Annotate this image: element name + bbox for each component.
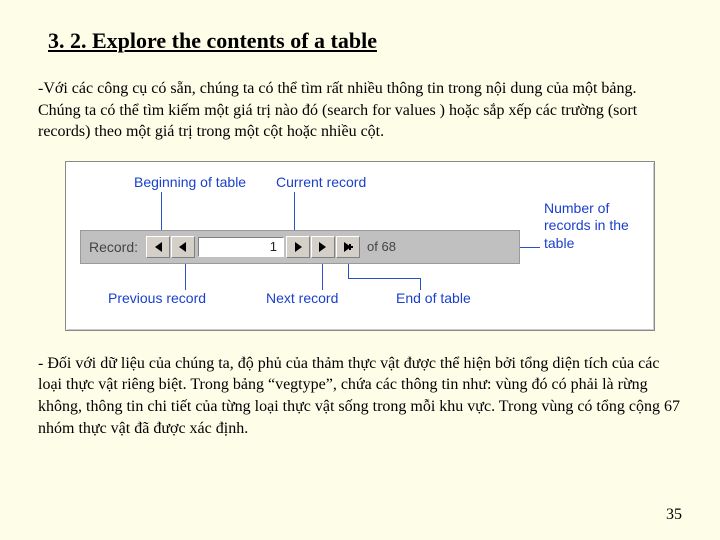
last-record-button[interactable] <box>311 236 335 258</box>
leader-line <box>348 278 420 279</box>
last-record-icon <box>318 242 328 252</box>
section-heading: 3. 2. Explore the contents of a table <box>48 28 682 54</box>
leader-line <box>420 278 421 290</box>
current-record-input[interactable]: 1 <box>198 237 284 257</box>
label-previous-record: Previous record <box>108 290 206 306</box>
leader-line <box>348 264 349 278</box>
record-navigator-bar: Record: 1 of 68 <box>80 230 520 264</box>
leader-line <box>161 192 162 230</box>
label-current-record: Current record <box>276 174 366 190</box>
first-record-button[interactable] <box>146 236 170 258</box>
label-end-of-table: End of table <box>396 290 471 306</box>
leader-line <box>294 192 295 230</box>
page-number: 35 <box>666 506 682 524</box>
first-record-icon <box>153 242 163 252</box>
label-record-count: Number of records in the table <box>544 200 642 253</box>
record-navigator-figure: Beginning of table Current record Number… <box>65 161 655 331</box>
paragraph-1: -Với các công cụ có sẵn, chúng ta có thể… <box>38 78 682 143</box>
leader-line <box>322 264 323 290</box>
label-next-record: Next record <box>266 290 338 306</box>
record-total-text: of 68 <box>361 239 402 254</box>
new-record-icon <box>343 242 353 252</box>
paragraph-2: - Đối với dữ liệu của chúng ta, độ phủ c… <box>38 353 682 439</box>
previous-record-icon <box>178 242 188 252</box>
next-record-icon <box>293 242 303 252</box>
leader-line <box>185 264 186 290</box>
previous-record-button[interactable] <box>171 236 195 258</box>
label-beginning-of-table: Beginning of table <box>134 174 246 190</box>
new-record-button[interactable] <box>336 236 360 258</box>
next-record-button[interactable] <box>286 236 310 258</box>
record-label: Record: <box>81 239 146 255</box>
